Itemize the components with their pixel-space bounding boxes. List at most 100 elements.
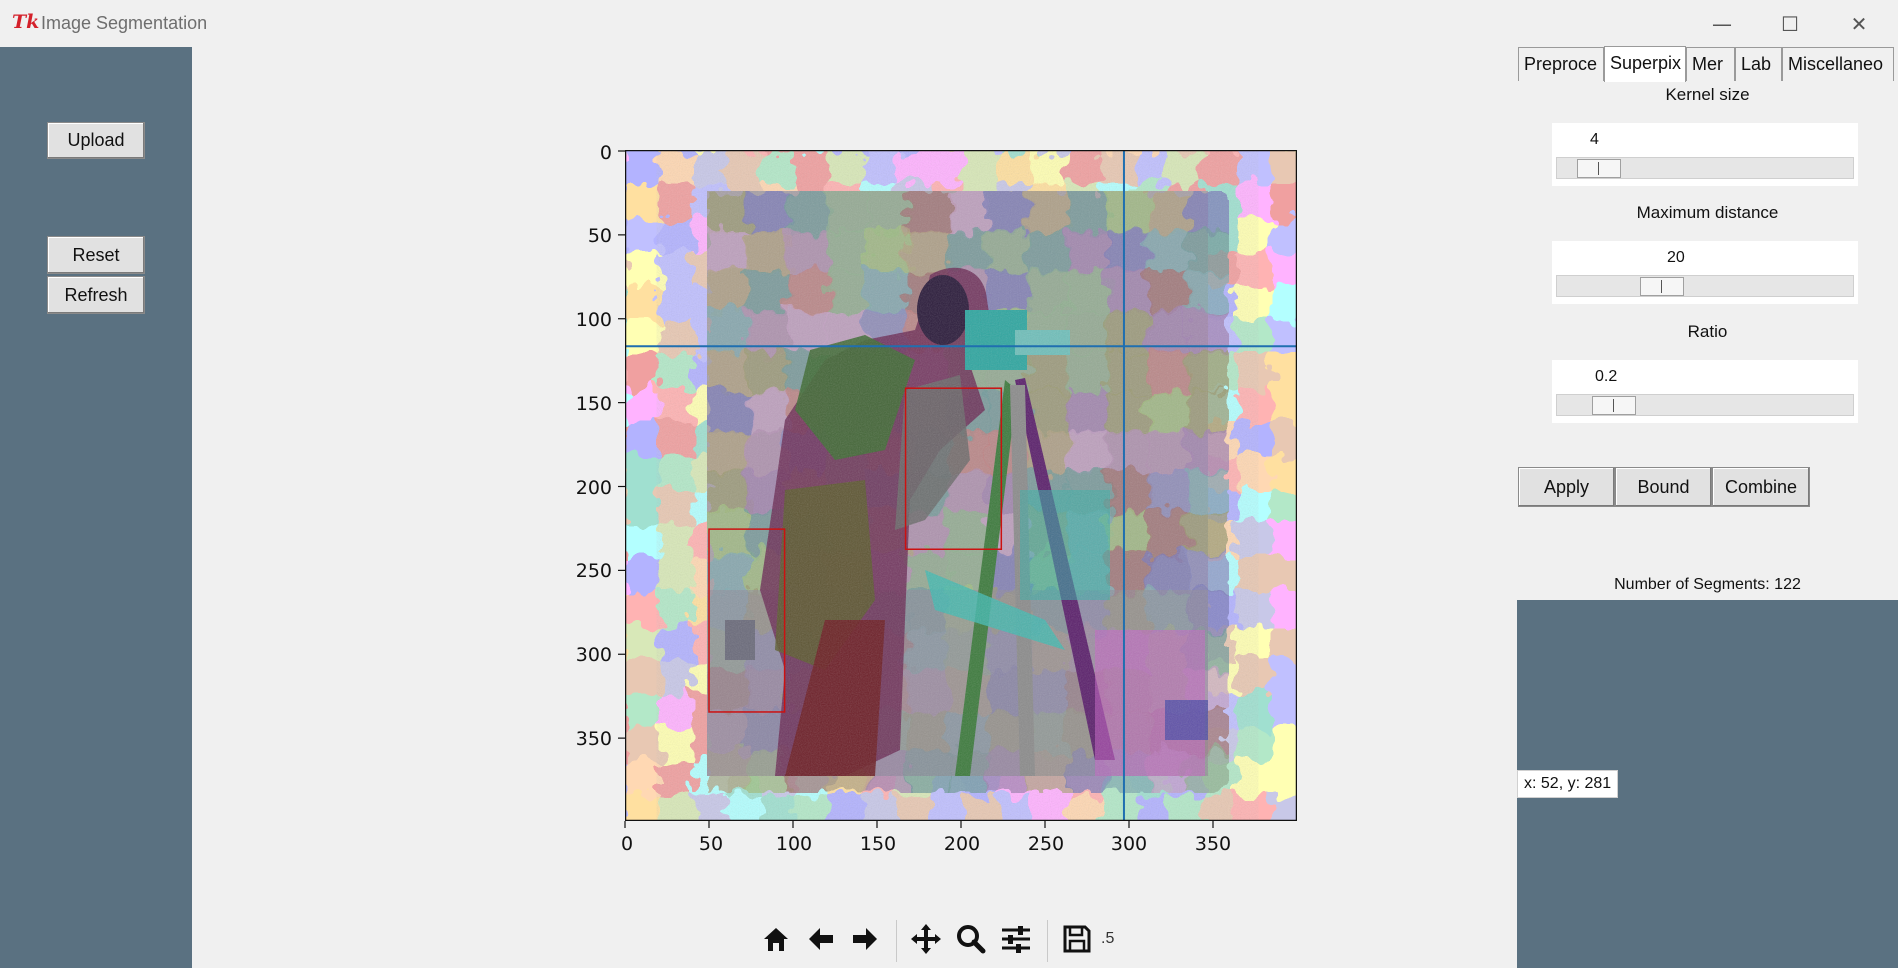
tab-superpixel[interactable]: Superpix [1604,46,1686,82]
y-tick-label: 200 [575,477,612,499]
apply-button[interactable]: Apply [1518,467,1615,507]
superpixel-cell [965,796,1001,821]
superpixel-cell [659,796,695,821]
superpixel-cell [1237,422,1273,458]
superpixel-cell [659,524,695,560]
minimize-button[interactable]: — [1697,8,1747,40]
superpixel-cell [1271,660,1297,696]
superpixel-cell [1237,218,1273,254]
superpixel-cell [1271,728,1297,764]
superpixel-cell [761,150,797,186]
tab-miscellaneous[interactable]: Miscellaneo [1782,47,1894,81]
y-tick-label: 100 [575,309,612,331]
slider-thumb[interactable] [1592,396,1637,415]
superpixel-cell [931,796,967,821]
superpixel-cell [1237,456,1273,492]
tab-merge[interactable]: Mer [1686,47,1735,81]
superpixel-cell [659,694,695,730]
forward-icon[interactable] [845,918,885,960]
superpixel-cell [1067,796,1103,821]
superpixel-cell [625,252,661,288]
tk-feather-icon: Tk [12,11,40,33]
save-icon[interactable] [1057,918,1097,960]
superpixel-cell [1271,490,1297,526]
x-tick-label: 200 [943,833,981,855]
superpixel-cell [727,150,763,186]
ratio-value: 0.2 [1595,368,1618,385]
slider-thumb[interactable] [1640,277,1685,296]
superpixel-cell [727,796,763,821]
reset-button[interactable]: Reset [47,236,145,274]
superpixel-cell [693,796,729,821]
y-tick-label: 50 [587,225,612,247]
superpixel-cell [1271,694,1297,730]
superpixel-cell [1237,320,1273,356]
tab-label[interactable]: Lab [1735,47,1782,81]
superpixel-cell [625,626,661,662]
superpixel-cell [1271,252,1297,288]
y-tick-marks [618,150,625,739]
superpixel-cell [659,320,695,356]
ratio-label: Ratio [1687,322,1728,341]
superpixel-cell [1033,150,1069,186]
upload-button[interactable]: Upload [47,122,145,159]
x-tick-label: 250 [1027,833,1065,855]
superpixel-cell [1237,694,1273,730]
segment-count: Number of Segments: 122 [1614,576,1801,593]
superpixel-cell [1271,796,1297,821]
back-icon[interactable] [801,918,841,960]
toolbar-separator [1047,920,1048,962]
slider-trough[interactable] [1556,394,1854,416]
superpixel-cell [897,796,933,821]
tab-preprocessing[interactable]: Preproce [1518,47,1604,81]
kernel-size-label: Kernel size [1665,85,1750,104]
superpixel-cell [659,354,695,390]
y-tick-label: 300 [575,644,612,666]
superpixel-cell [625,354,661,390]
home-icon[interactable] [756,918,796,960]
superpixel-cell [1237,252,1273,288]
maximize-button[interactable]: ☐ [1765,8,1815,40]
refresh-button[interactable]: Refresh [47,276,145,314]
superpixel-cell [829,150,865,186]
superpixel-cell [1237,660,1273,696]
bound-button[interactable]: Bound [1615,467,1712,507]
superpixel-cell [1271,218,1297,254]
zoom-icon[interactable] [951,918,991,960]
close-button[interactable]: ✕ [1834,8,1884,40]
superpixel-cell [659,252,695,288]
superpixel-cell [1203,796,1239,821]
maximum-distance-label: Maximum distance [1636,203,1779,222]
superpixel-cell [625,558,661,594]
combine-button[interactable]: Combine [1712,467,1810,507]
superpixel-cell [659,490,695,526]
configure-icon[interactable] [996,918,1036,960]
kernel-size-slider[interactable]: 4 [1552,123,1858,186]
superpixel-cell [625,524,661,560]
superpixel-cell [625,660,661,696]
superpixel-cell [1169,796,1205,821]
slider-thumb[interactable] [1577,159,1622,178]
superpixel-cell [1271,150,1297,186]
superpixel-cell [1101,150,1137,186]
superpixel-cell [1169,150,1205,186]
pan-icon[interactable] [906,918,946,960]
superpixel-cell [659,626,695,662]
segmented-image-axes[interactable] [625,150,1297,821]
superpixel-cell [693,150,729,186]
slider-trough[interactable] [1556,275,1854,297]
toolbar-status-text: .5 [1101,930,1115,947]
superpixel-cell [659,422,695,458]
superpixel-cell [659,762,695,798]
slider-trough[interactable] [1556,157,1854,179]
superpixel-cell [1237,592,1273,628]
superpixel-cell [625,694,661,730]
superpixel-cell [829,796,865,821]
superpixel-cell [1271,286,1297,322]
superpixel-cell [625,728,661,764]
superpixel-cell [625,320,661,356]
superpixel-cell [1271,184,1297,220]
superpixel-cell [1101,796,1137,821]
ratio-slider[interactable]: 0.2 [1552,360,1858,423]
maximum-distance-slider[interactable]: 20 [1552,241,1858,304]
